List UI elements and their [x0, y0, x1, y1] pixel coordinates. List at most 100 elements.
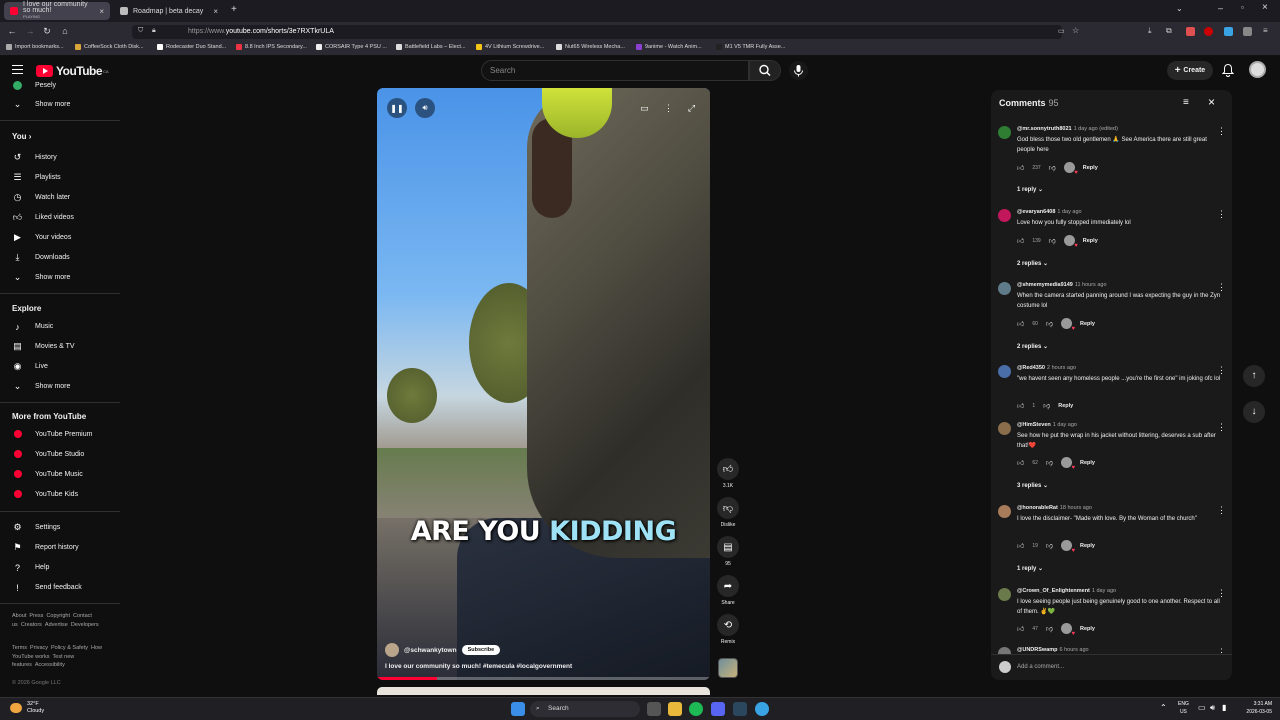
address-bar[interactable]: https://www.youtube.com/shorts/3e7RXTkrU… [132, 25, 1062, 39]
reader-view-icon[interactable]: ▭ [1058, 27, 1065, 35]
comment-author[interactable]: @Crown_Of_Enlightenment 1 day ago [1017, 588, 1116, 594]
footer-link[interactable]: Copyright [46, 613, 70, 619]
bookmark-item[interactable]: Battlefield Labs – Elect... [396, 44, 466, 50]
browser-icon[interactable] [755, 702, 769, 716]
bookmark-item[interactable]: 8.8 Inch IPS Secondary... [236, 44, 307, 50]
sidebar-item-youtube-premium[interactable]: YouTube Premium [12, 430, 92, 438]
comment-author[interactable]: @Red4350 2 hours ago [1017, 365, 1076, 371]
sidebar-show-more-explore[interactable]: ⌄ Show more [12, 381, 71, 392]
sidebar-item-music[interactable]: ♪ Music [12, 321, 53, 332]
task-view-icon[interactable] [647, 702, 661, 716]
view-replies-button[interactable]: 1 reply ⌄ [1011, 563, 1049, 574]
comment-more-icon[interactable]: ⋮ [1217, 365, 1226, 376]
commenter-avatar[interactable] [998, 282, 1011, 295]
tab-youtube-short[interactable]: I love our community so much! PLAYING × [4, 1, 110, 20]
comment-author[interactable]: @HimSteven 1 day ago [1017, 422, 1077, 428]
comment-author[interactable]: @honorableRat 18 hours ago [1017, 505, 1092, 511]
thumbs-up-icon[interactable]: 👍︎ [1017, 458, 1024, 467]
create-button[interactable]: + Create [1167, 61, 1213, 80]
bookmark-star-icon[interactable]: ☆ [1072, 26, 1079, 35]
sidebar-show-more-you[interactable]: ⌄ Show more [12, 272, 71, 283]
tray-chevron-icon[interactable]: ⌃ [1160, 703, 1167, 712]
tab-list-chevron-icon[interactable]: ⌄ [1176, 4, 1183, 13]
subscribe-button[interactable]: Subscribe [461, 645, 501, 655]
sidebar-item-your-videos[interactable]: ▶ Your videos [12, 232, 71, 243]
bookmark-item[interactable]: M1 V5 TMR Fully Asse... [716, 44, 785, 50]
bookmark-item[interactable]: 4V Lithium Screwdrive... [476, 44, 544, 50]
sidebar-item-send-feedback[interactable]: ! Send feedback [12, 582, 81, 593]
spotify-icon[interactable] [689, 702, 703, 716]
sidebar-item-downloads[interactable]: ⤓ Downloads [12, 252, 70, 263]
voice-search-button[interactable] [789, 61, 808, 80]
start-icon[interactable] [511, 702, 525, 716]
view-replies-button[interactable]: 2 replies ⌄ [1011, 341, 1054, 352]
comment-more-icon[interactable]: ⋮ [1217, 126, 1226, 137]
thumbs-up-icon[interactable]: 👍︎ [1017, 319, 1024, 328]
comment-more-icon[interactable]: ⋮ [1217, 505, 1226, 516]
sidebar-item-playlists[interactable]: ☰ Playlists [12, 172, 60, 183]
close-tab-icon[interactable]: × [213, 7, 218, 16]
sidebar-item-settings[interactable]: ⚙ Settings [12, 522, 60, 533]
commenter-avatar[interactable] [998, 505, 1011, 518]
forward-icon[interactable]: → [24, 26, 36, 36]
back-icon[interactable]: ← [6, 26, 18, 36]
comment-author[interactable]: @UNDRSwamp 6 hours ago [1017, 647, 1089, 653]
youtube-logo[interactable]: YouTube CA [36, 64, 109, 78]
reply-button[interactable]: Reply [1058, 403, 1073, 409]
comment-author[interactable]: @shmemymedia9149 11 hours ago [1017, 282, 1107, 288]
sidebar-item-youtube-kids[interactable]: YouTube Kids [12, 490, 78, 498]
thumbs-up-icon[interactable]: 👍︎ [1017, 236, 1024, 245]
footer-link[interactable]: Creators [21, 622, 42, 628]
bookmark-item[interactable]: CORSAIR Type 4 PSU ... [316, 44, 387, 50]
video-progress-bar[interactable] [377, 677, 710, 680]
sidebar-item-report-history[interactable]: ⚑ Report history [12, 542, 78, 553]
new-tab-icon[interactable]: + [231, 4, 237, 15]
thumbs-up-icon[interactable]: 👍︎ [1017, 163, 1024, 172]
you-section-heading[interactable]: You › [12, 132, 31, 141]
reply-button[interactable]: Reply [1080, 626, 1095, 632]
hamburger-menu-icon[interactable] [12, 65, 23, 74]
footer-link[interactable]: Press [29, 613, 43, 619]
notifications-button[interactable] [1221, 63, 1235, 77]
home-icon[interactable]: ⌂ [59, 26, 71, 36]
comment-more-icon[interactable]: ⋮ [1217, 588, 1226, 599]
thumbs-up-icon[interactable]: 👍︎ [1017, 624, 1024, 633]
sort-icon[interactable]: ≡ [1183, 97, 1189, 108]
lock-icon[interactable]: 🔒︎ [152, 27, 156, 35]
sidebar-show-more-subscriptions[interactable]: ⌄ Show more [12, 99, 71, 110]
sidebar-item-subscription[interactable]: Pesely [12, 80, 56, 91]
thumbs-down-icon[interactable]: 👎︎ [1049, 236, 1056, 245]
sidebar-item-liked-videos[interactable]: 👍︎ Liked videos [12, 212, 74, 223]
footer-link[interactable]: Accessibility [35, 662, 65, 668]
bookmark-item[interactable]: Nut65 Wireless Mecha... [556, 44, 625, 50]
next-short-preview[interactable] [377, 687, 710, 695]
sidebar-item-youtube-music[interactable]: YouTube Music [12, 470, 83, 478]
reply-button[interactable]: Reply [1083, 165, 1098, 171]
sidebar-item-help[interactable]: ? Help [12, 562, 49, 573]
like-button[interactable]: 👍︎ 3.1K [717, 458, 739, 489]
commenter-avatar[interactable] [998, 588, 1011, 601]
reply-button[interactable]: Reply [1080, 543, 1095, 549]
discord-icon[interactable] [711, 702, 725, 716]
clock[interactable]: 3:31 AM 2026-03-05 [1246, 701, 1272, 716]
more-options-icon[interactable]: ⋮ [663, 103, 674, 113]
account-avatar[interactable] [1249, 61, 1266, 78]
sidebar-item-watch-later[interactable]: ◷ Watch later [12, 192, 71, 203]
view-replies-button[interactable]: 1 reply ⌄ [1011, 184, 1049, 195]
thumbs-up-icon[interactable]: 👍︎ [1017, 401, 1024, 410]
video-title[interactable]: I love our community so much! #temecula … [385, 663, 572, 670]
commenter-avatar[interactable] [998, 209, 1011, 222]
thumbs-down-icon[interactable]: 👎︎ [1049, 163, 1056, 172]
share-button[interactable]: ➦ Share [717, 575, 739, 606]
taskbar-search[interactable]: ⌕ Search [530, 701, 640, 717]
speaker-icon[interactable]: 🔊︎ [1210, 703, 1215, 713]
extension-icon[interactable] [1186, 27, 1195, 36]
extensions-icon[interactable]: ⧉ [1166, 26, 1172, 36]
maximize-icon[interactable]: ▫ [1241, 3, 1244, 12]
channel-avatar[interactable] [385, 643, 399, 657]
pause-button[interactable]: ❚❚ [387, 98, 407, 118]
search-button[interactable] [749, 60, 781, 81]
extension-icon[interactable] [1224, 27, 1233, 36]
thumbs-up-icon[interactable]: 👍︎ [1017, 541, 1024, 550]
sidebar-item-live[interactable]: ◉ Live [12, 361, 48, 372]
